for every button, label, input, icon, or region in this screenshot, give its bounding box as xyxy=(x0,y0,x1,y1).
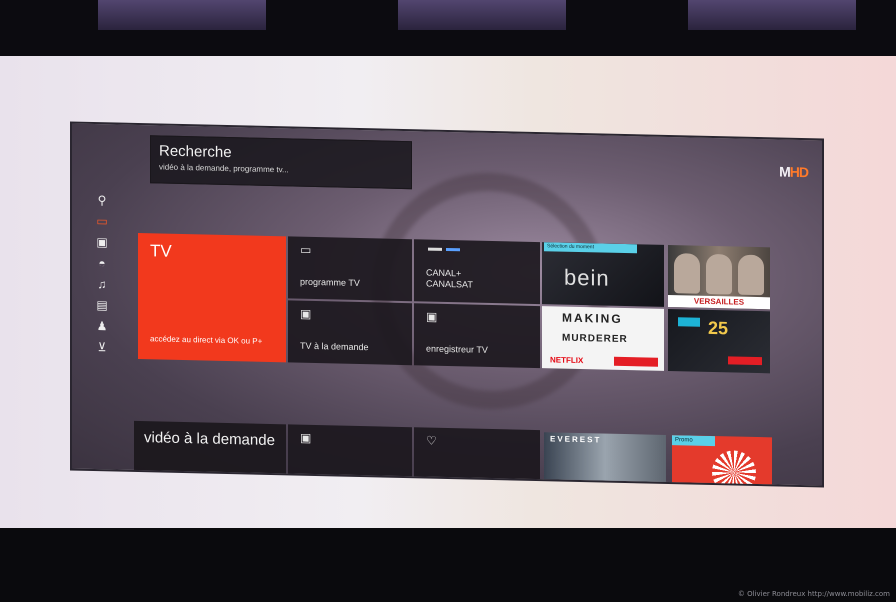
search-icon[interactable]: ⚲ xyxy=(92,189,112,210)
tile-tv-replay[interactable]: ▣ TV à la demande xyxy=(288,300,412,366)
tile-tv-title: TV xyxy=(150,241,172,261)
film-icon[interactable]: ▣ xyxy=(92,231,112,252)
tv-replay-icon: ▣ xyxy=(300,306,312,321)
promo-versailles-title: VERSAILLES xyxy=(668,295,770,310)
brand-logo: MHD xyxy=(779,164,808,181)
tile-recorder[interactable]: ▣ enregistreur TV xyxy=(414,303,540,369)
tile-vod-header[interactable]: vidéo à la demande xyxy=(134,420,286,475)
music-icon[interactable]: ♫ xyxy=(92,273,112,294)
search-subtitle: vidéo à la demande, programme tv... xyxy=(159,162,289,175)
netflix-logo: NETFLIX xyxy=(550,355,584,366)
room-background-top xyxy=(0,0,896,60)
tile-tv-description: accédez au direct via OK ou P+ xyxy=(150,334,263,346)
brand-prefix: M xyxy=(779,163,790,180)
poster-art xyxy=(712,450,756,486)
user-icon[interactable]: ♟ xyxy=(92,315,112,336)
tile-vod-favorites[interactable]: ♡ xyxy=(414,427,540,481)
tile-vod-films[interactable]: ▣ xyxy=(288,424,412,478)
promo-bein[interactable]: Sélection du moment bein xyxy=(542,242,664,307)
tv-home-screen: Recherche vidéo à la demande, programme … xyxy=(70,121,824,488)
promo-title-line2: MURDERER xyxy=(562,332,628,346)
tv-icon[interactable]: ▭ xyxy=(92,210,112,231)
sidebar-menu: ⚲ ▭ ▣ ◓ ♫ ▤ ♟ ⊻ xyxy=(92,189,116,358)
ceiling-light xyxy=(98,0,266,30)
promo-everest[interactable]: EVEREST xyxy=(544,432,666,483)
canal-logos-icon xyxy=(428,247,460,252)
tile-programme-tv[interactable]: ▭ programme TV xyxy=(288,236,412,302)
promo-tag: Promo xyxy=(672,435,715,447)
vod-title: vidéo à la demande xyxy=(144,429,275,450)
tile-tv-live[interactable]: TV accédez au direct via OK ou P+ xyxy=(138,232,286,363)
photo-icon[interactable]: ▤ xyxy=(92,294,112,315)
ceiling-light xyxy=(398,0,566,30)
selection-badge: Sélection du moment xyxy=(544,242,637,254)
tile-canal-label: CANAL+ CANALSAT xyxy=(426,267,473,290)
tile-programme-label: programme TV xyxy=(300,276,360,289)
cart-icon[interactable]: ⊻ xyxy=(92,336,112,357)
offer-number: 25 xyxy=(708,317,729,339)
promo-everest-title: EVEREST xyxy=(550,434,602,445)
offer-badge xyxy=(678,317,700,327)
search-bar[interactable]: Recherche vidéo à la demande, programme … xyxy=(150,135,412,190)
poster-face xyxy=(738,254,764,296)
poster-face xyxy=(706,253,732,295)
promo-versailles[interactable]: VERSAILLES xyxy=(668,245,770,310)
search-title: Recherche xyxy=(159,142,232,162)
poster-face xyxy=(674,253,700,294)
tv-guide-icon: ▭ xyxy=(300,242,312,257)
bein-logo: bein xyxy=(564,264,610,291)
promo-ribbon xyxy=(614,356,658,367)
photo-credit: © Olivier Rondreux http://www.mobiliz.co… xyxy=(737,590,890,598)
tile-replay-label: TV à la demande xyxy=(300,340,369,353)
tile-recorder-label: enregistreur TV xyxy=(426,343,488,355)
promo-offer[interactable]: 25 xyxy=(668,309,770,374)
promo-premiere[interactable]: Promo xyxy=(672,435,772,486)
gamepad-icon[interactable]: ◓ xyxy=(92,252,112,273)
brand-highlight: HD xyxy=(789,163,808,181)
film-icon: ▣ xyxy=(300,430,312,445)
tile-canal[interactable]: CANAL+ CANALSAT xyxy=(414,239,540,305)
recorder-icon: ▣ xyxy=(426,309,438,324)
heart-icon: ♡ xyxy=(426,433,437,448)
offer-ribbon xyxy=(728,356,762,366)
ceiling-light xyxy=(688,0,856,30)
promo-making-murderer[interactable]: MAKING MURDERER NETFLIX xyxy=(542,306,664,371)
promo-title-line1: MAKING xyxy=(562,310,623,326)
